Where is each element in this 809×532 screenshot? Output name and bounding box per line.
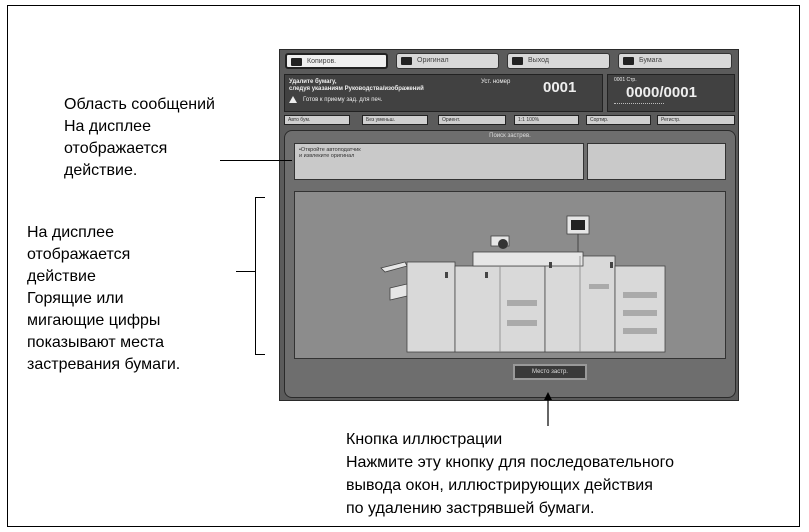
jam-number-marker: [549, 262, 552, 268]
tab-label: Бумага: [639, 57, 662, 64]
arrow-up-icon: [544, 392, 552, 426]
annotation-line: по удалению застрявшей бумаги.: [346, 500, 595, 517]
status-row: Готов к приему зад. для печ.: [289, 96, 382, 103]
leader-line-display: [236, 271, 255, 272]
warning-icon: [289, 96, 297, 103]
jam-number-marker: [445, 272, 448, 278]
bracket-line: [255, 197, 256, 354]
bracket-top: [255, 197, 265, 198]
exit-tray: [380, 261, 408, 273]
scanner-unit: [472, 251, 584, 267]
message-area-secondary: [587, 143, 726, 180]
paper-tray-handle: [623, 292, 657, 298]
panel-title: Поиск застрев.: [489, 133, 531, 139]
annotation-display-action: На дисплее отображается действие Горящие…: [27, 222, 180, 376]
page-counter: 0001 Стр. 0000/0001: [607, 74, 735, 112]
jam-illustration: [294, 191, 726, 359]
copier-machine-illustration: [380, 215, 666, 353]
tab-copy[interactable]: Копиров.: [285, 53, 388, 69]
annotation-line: Область сообщений: [64, 96, 215, 113]
message-area: •Откройте автоподатчик и извлеките ориги…: [294, 143, 584, 180]
tab-label: Выход: [528, 57, 549, 64]
annotation-line: застревания бумаги.: [27, 356, 181, 373]
register-button[interactable]: Регистр.: [657, 115, 735, 125]
copy-icon: [291, 58, 302, 66]
set-number: 0001: [543, 79, 577, 96]
annotation-illustration-button: Кнопка иллюстрации Нажмите эту кнопку дл…: [346, 428, 674, 520]
annotation-line: действие.: [64, 162, 138, 179]
drawer-handle: [507, 300, 537, 306]
paper-feed-unit: [614, 265, 666, 353]
annotation-line: На дисплее: [64, 118, 151, 135]
message-line-1: Удалите бумагу,: [289, 79, 337, 85]
counter-value: 0000/0001: [626, 84, 697, 101]
sort-button[interactable]: Сортир.: [586, 115, 651, 125]
zoom-button[interactable]: 1:1 100%: [514, 115, 579, 125]
tab-original[interactable]: Оригинал: [396, 53, 499, 69]
exit-tray-lower: [389, 283, 408, 301]
engine-handle: [589, 284, 609, 289]
auto-paper-button[interactable]: Авто бум.: [284, 115, 350, 125]
annotation-line: действие: [27, 268, 96, 285]
jam-search-panel: Поиск застрев. •Откройте автоподатчик и …: [284, 130, 736, 398]
tab-label: Копиров.: [307, 58, 337, 65]
annotation-line: На дисплее: [27, 224, 114, 241]
annotation-line: вывода окон, иллюстрирующих действия: [346, 477, 653, 494]
bracket-bottom: [255, 354, 265, 355]
jam-number-marker: [485, 272, 488, 278]
annotation-line: Горящие или: [27, 290, 124, 307]
annotation-line: мигающие цифры: [27, 312, 161, 329]
function-row: Авто бум. Без уменьш. Ориент. 1:1 100% С…: [284, 115, 735, 126]
tab-paper[interactable]: Бумага: [618, 53, 732, 69]
annotation-line: показывают места: [27, 334, 165, 351]
set-number-label: Уст. номер: [481, 79, 511, 85]
counter-small-label: 0001 Стр.: [614, 77, 637, 83]
paper-tray-handle: [623, 310, 657, 316]
message-line-2: следуя указаниям Руководства/изображений: [289, 86, 424, 92]
status-text: Готов к приему зад. для печ.: [303, 97, 383, 104]
annotation-line: отображается: [64, 140, 168, 157]
annotation-message-area: Область сообщений На дисплее отображаетс…: [64, 94, 215, 182]
paper-icon: [623, 57, 634, 65]
annotation-line: Нажмите эту кнопку для последовательного: [346, 454, 675, 471]
status-message-bar: Удалите бумагу, следуя указаниям Руковод…: [284, 74, 603, 112]
message-area-line-2: и извлеките оригинал: [299, 153, 355, 159]
copier-screen: Копиров. Оригинал Выход Бумага Удалите б…: [279, 49, 739, 401]
no-reduce-button[interactable]: Без уменьш.: [362, 115, 428, 125]
paper-tray-handle: [623, 328, 657, 334]
original-icon: [401, 57, 412, 65]
jam-location-button[interactable]: Место застр.: [513, 364, 587, 380]
orientation-button[interactable]: Ориент.: [438, 115, 506, 125]
jam-number-marker: [610, 262, 613, 268]
drawer-handle: [507, 320, 537, 326]
leader-line-message: [220, 160, 292, 161]
annotation-line: отображается: [27, 246, 131, 263]
monitor-screen: [571, 220, 585, 230]
output-icon: [512, 57, 523, 65]
tab-output[interactable]: Выход: [507, 53, 610, 69]
annotation-line: Кнопка иллюстрации: [346, 431, 503, 448]
tab-label: Оригинал: [417, 57, 449, 64]
jam-location-marker: [498, 239, 508, 249]
counter-divider: [614, 103, 664, 104]
